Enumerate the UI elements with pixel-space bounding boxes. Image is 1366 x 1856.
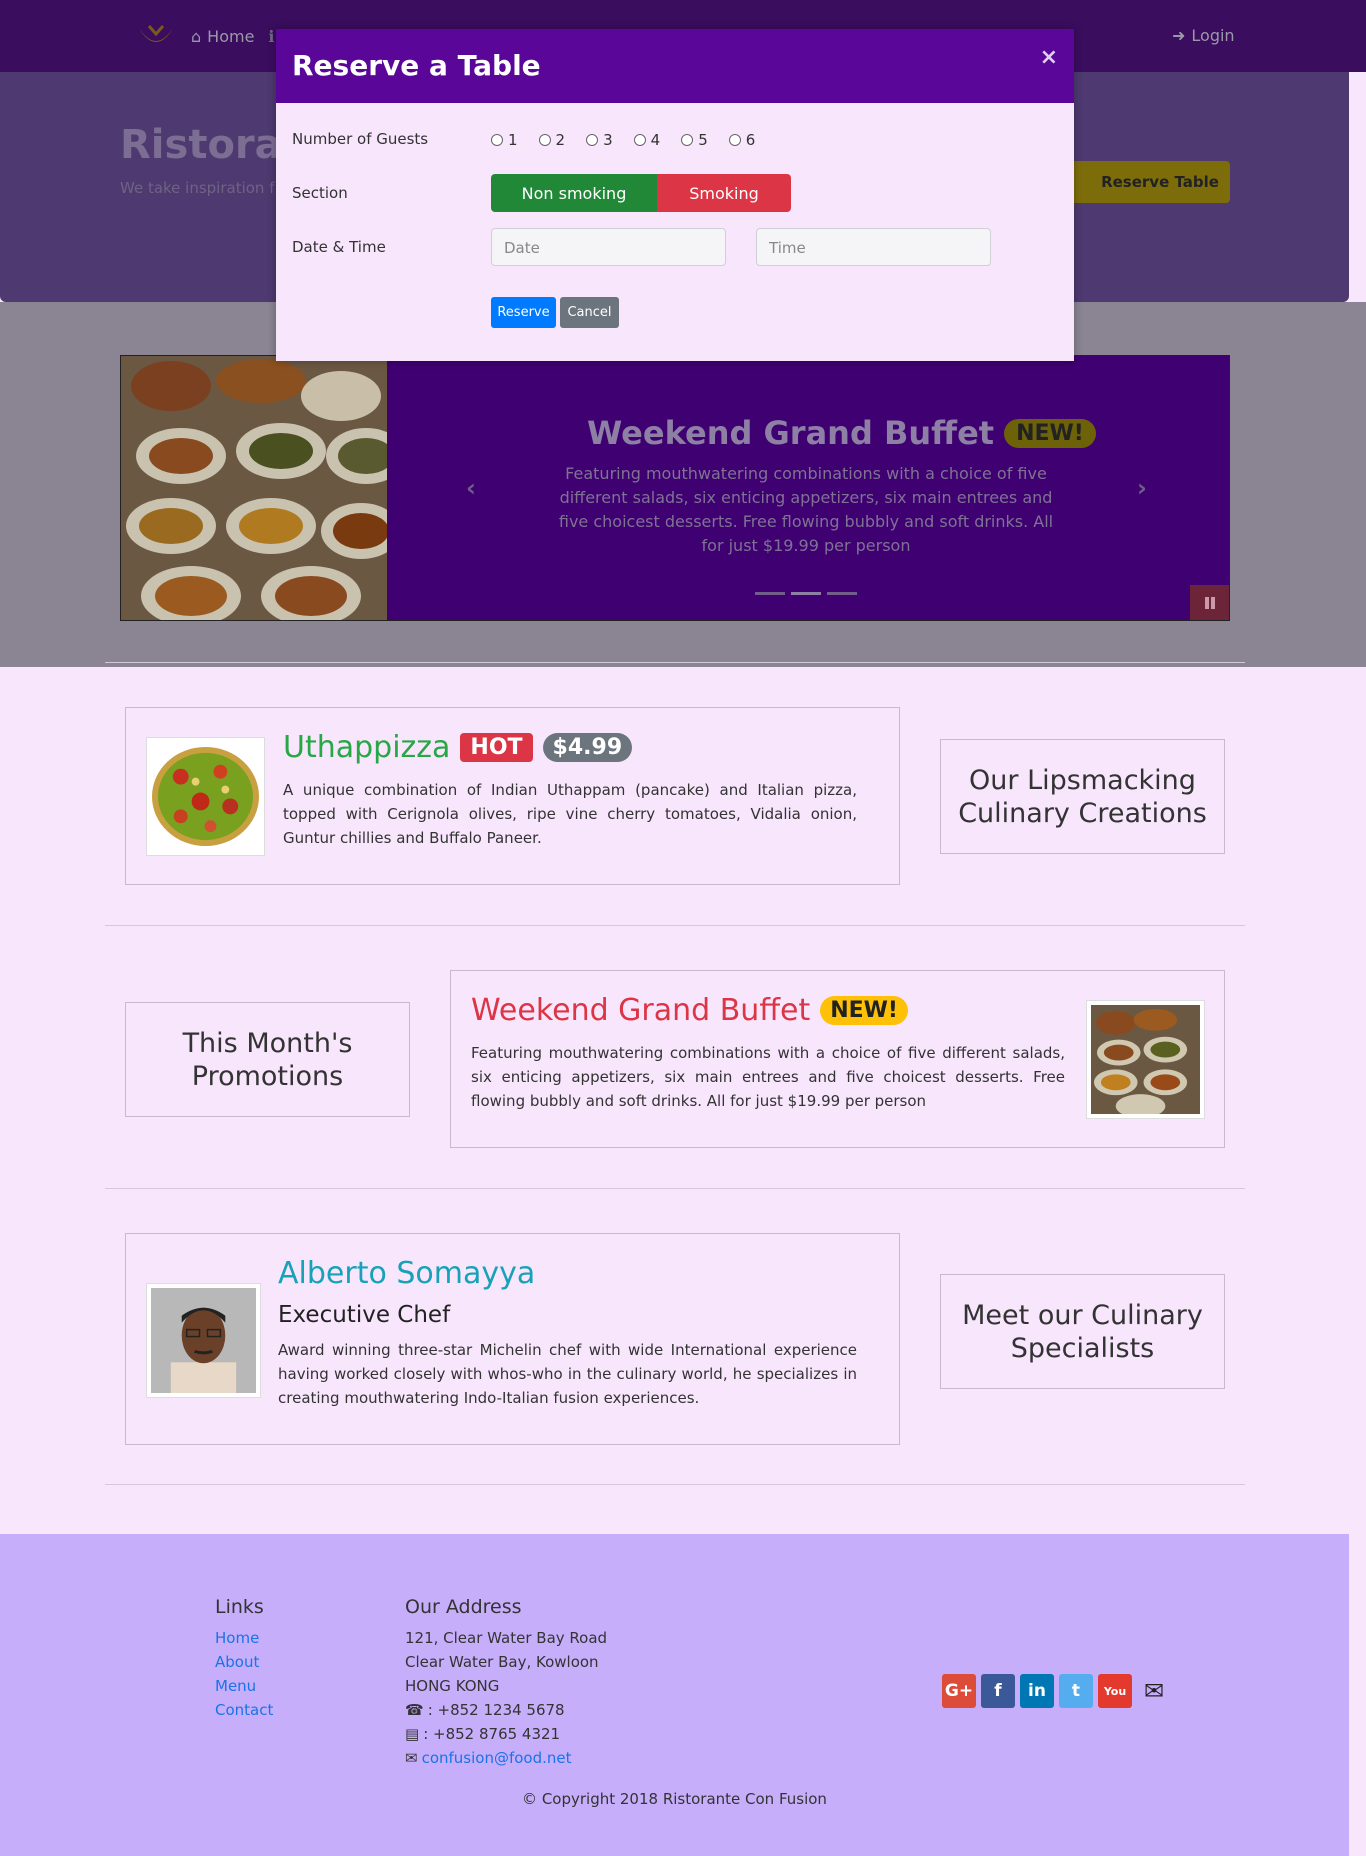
- indicator-2[interactable]: [791, 592, 821, 595]
- guest-option-3[interactable]: 3: [586, 131, 613, 149]
- youtube-icon[interactable]: You: [1098, 1674, 1132, 1708]
- mail-icon[interactable]: ✉: [1137, 1674, 1171, 1708]
- facebook-icon[interactable]: f: [981, 1674, 1015, 1708]
- address-line: 121, Clear Water Bay Road: [405, 1629, 608, 1647]
- dish-card: Uthappizza HOT $4.99 A unique combinatio…: [125, 707, 900, 885]
- buffet-image: [121, 356, 406, 620]
- price-badge: $4.99: [542, 733, 633, 762]
- divider: [105, 1188, 1245, 1189]
- uthappizza-image: [146, 737, 265, 856]
- footer-link-about[interactable]: About: [215, 1653, 259, 1671]
- footer-link-menu[interactable]: Menu: [215, 1677, 256, 1695]
- section-label: Section: [292, 184, 348, 202]
- sign-in-icon: ➜: [1172, 26, 1186, 45]
- guests-label: Number of Guests: [292, 130, 429, 148]
- non-smoking-button[interactable]: Non smoking: [491, 174, 657, 212]
- dish-title: Uthappizza HOT $4.99: [283, 730, 633, 765]
- email-line: ✉ confusion@food.net: [405, 1749, 572, 1767]
- close-icon[interactable]: ×: [1040, 45, 1058, 70]
- footer-link-contact[interactable]: Contact: [215, 1701, 273, 1719]
- reserve-modal: Reserve a Table × Number of Guests 1 2 3…: [276, 29, 1074, 361]
- section-toggle: Non smoking Smoking: [491, 174, 791, 212]
- indicator-3[interactable]: [827, 592, 857, 595]
- leader-card: Alberto Somayya Executive Chef Award win…: [125, 1233, 900, 1445]
- buffet-thumbnail: [1086, 1000, 1205, 1119]
- promotion-card: Weekend Grand Buffet NEW! Featuring mout…: [450, 970, 1225, 1148]
- guests-radio-group: 1 2 3 4 5 6: [491, 131, 755, 149]
- address-line: Clear Water Bay, Kowloon: [405, 1653, 599, 1671]
- reserve-button[interactable]: Reserve: [491, 297, 556, 328]
- modal-header: Reserve a Table ×: [276, 29, 1074, 103]
- hot-badge: HOT: [460, 733, 533, 762]
- chevron-left-icon[interactable]: ‹: [466, 474, 476, 502]
- leader-designation: Executive Chef: [278, 1302, 451, 1328]
- radio-icon: [728, 134, 741, 146]
- radio-icon: [633, 134, 646, 146]
- new-badge: NEW!: [1004, 418, 1096, 448]
- pause-icon: [1205, 597, 1215, 609]
- nav-home[interactable]: ⌂ Home: [191, 27, 254, 46]
- address-heading: Our Address: [405, 1596, 522, 1618]
- email-link[interactable]: confusion@food.net: [422, 1749, 572, 1767]
- guest-option-5[interactable]: 5: [681, 131, 708, 149]
- divider: [105, 662, 1245, 663]
- guest-option-6[interactable]: 6: [728, 131, 755, 149]
- google-plus-icon[interactable]: G+: [942, 1674, 976, 1708]
- phone-line: ☎: +852 1234 5678: [405, 1701, 565, 1719]
- time-input[interactable]: Time: [756, 228, 991, 266]
- footer-link-home[interactable]: Home: [215, 1629, 259, 1647]
- promotion-description: Featuring mouthwatering combinations wit…: [471, 1044, 1065, 1110]
- date-input[interactable]: Date: [491, 228, 726, 266]
- logo[interactable]: [135, 20, 177, 52]
- chef-photo: [146, 1283, 261, 1398]
- cancel-button[interactable]: Cancel: [560, 297, 619, 328]
- carousel-text: Featuring mouthwatering combinations wit…: [558, 464, 1054, 555]
- restaurant-description: We take inspiration f fusion experience.…: [120, 179, 280, 197]
- login-link[interactable]: ➜ Login: [1172, 26, 1235, 45]
- modal-title: Reserve a Table: [292, 49, 541, 82]
- chevron-right-icon[interactable]: ›: [1137, 474, 1147, 502]
- reserve-table-button[interactable]: Reserve Table: [1060, 161, 1230, 203]
- copyright: © Copyright 2018 Ristorante Con Fusion: [522, 1790, 827, 1808]
- radio-icon: [491, 134, 503, 146]
- specialists-heading: Meet our Culinary Specialists: [940, 1274, 1225, 1389]
- indicator-1[interactable]: [755, 592, 785, 595]
- dish-description: A unique combination of Indian Uthappam …: [283, 781, 857, 847]
- twitter-icon[interactable]: t: [1059, 1674, 1093, 1708]
- creations-heading: Our Lipsmacking Culinary Creations: [940, 739, 1225, 854]
- promotions-heading: This Month's Promotions: [125, 1002, 410, 1117]
- carousel: Weekend Grand Buffet NEW! Featuring mout…: [120, 355, 1230, 621]
- fax-line: ▤: +852 8765 4321: [405, 1725, 561, 1743]
- guest-option-1[interactable]: 1: [491, 131, 518, 149]
- phone-icon: ☎: [405, 1701, 424, 1719]
- divider: [105, 925, 1245, 926]
- home-icon: ⌂: [191, 26, 202, 46]
- radio-icon: [681, 134, 694, 146]
- leader-description: Award winning three-star Michelin chef w…: [278, 1341, 857, 1407]
- radio-icon: [538, 134, 551, 146]
- guest-option-4[interactable]: 4: [633, 131, 660, 149]
- smoking-button[interactable]: Smoking: [657, 174, 791, 212]
- divider: [105, 1484, 1245, 1485]
- guest-option-2[interactable]: 2: [538, 131, 565, 149]
- new-badge: NEW!: [820, 996, 908, 1025]
- radio-icon: [586, 134, 599, 146]
- address-line: HONG KONG: [405, 1677, 500, 1695]
- pause-button[interactable]: [1190, 585, 1229, 620]
- envelope-icon: ✉: [405, 1749, 418, 1767]
- carousel-indicators: [755, 592, 857, 595]
- leader-name: Alberto Somayya: [278, 1256, 536, 1291]
- social-icons: G+ f in t You ✉: [942, 1674, 1171, 1708]
- datetime-label: Date & Time: [292, 238, 386, 256]
- info-icon[interactable]: ℹ: [268, 27, 274, 46]
- promotion-title: Weekend Grand Buffet NEW!: [471, 993, 908, 1028]
- links-heading: Links: [215, 1596, 264, 1618]
- fax-icon: ▤: [405, 1725, 420, 1743]
- carousel-title: Weekend Grand Buffet NEW!: [587, 414, 1096, 452]
- linkedin-icon[interactable]: in: [1020, 1674, 1054, 1708]
